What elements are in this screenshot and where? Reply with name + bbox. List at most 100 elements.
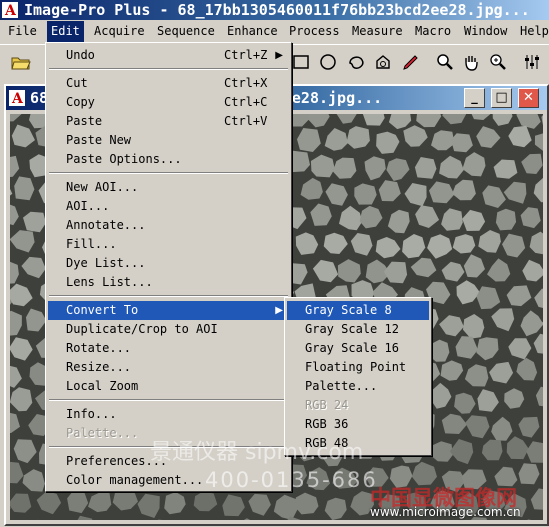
edit-menu-item-rotate[interactable]: Rotate... [48, 339, 289, 358]
edit-menu-item-convert-to[interactable]: Convert To ▶ [48, 301, 289, 320]
edit-menu-item-annotate[interactable]: Annotate... [48, 216, 289, 235]
menu-edit[interactable]: Edit [47, 21, 84, 42]
convert-menu-item-gray-scale-12[interactable]: Gray Scale 12 [287, 320, 429, 339]
menu-separator [49, 295, 288, 297]
submenu-arrow-icon: ▶ [275, 305, 283, 316]
menu-item-label: Duplicate/Crop to AOI [66, 322, 218, 336]
edit-menu-item-palette[interactable]: Palette... [48, 424, 289, 443]
maximize-button[interactable]: □ [491, 88, 512, 108]
menu-item-label: Preferences... [66, 454, 168, 468]
open-folder-icon[interactable] [10, 51, 32, 73]
edit-menu-item-lens-list[interactable]: Lens List... [48, 273, 289, 292]
edit-menu-item-resize[interactable]: Resize... [48, 358, 289, 377]
pan-hand-icon[interactable] [460, 51, 482, 73]
menu-item-label: RGB 48 [305, 436, 349, 450]
menu-item-shortcut: Ctrl+X [224, 76, 268, 90]
menu-item-label: Local Zoom [66, 379, 139, 393]
convert-menu-item-gray-scale-8[interactable]: Gray Scale 8 [287, 301, 429, 320]
menu-item-label: Gray Scale 16 [305, 341, 399, 355]
menu-item-label: RGB 24 [305, 398, 349, 412]
menu-help[interactable]: Help [520, 21, 549, 42]
app-title-bar[interactable]: Image-Pro Plus - 68_17bb1305460011f76bb2… [0, 0, 549, 20]
edit-menu: Undo Ctrl+Z ▶ Cut Ctrl+X Copy Ctrl+C Paste Ctrl+… [45, 42, 292, 492]
app-icon[interactable] [2, 1, 18, 20]
edit-menu-item-undo[interactable]: Undo Ctrl+Z ▶ [48, 46, 289, 65]
edit-menu-item-preferences[interactable]: Preferences... [48, 452, 289, 471]
image-window-icon[interactable] [9, 87, 25, 111]
menu-macro[interactable]: Macro [415, 21, 451, 42]
menu-item-label: RGB 36 [305, 417, 349, 431]
menu-item-label: Info... [66, 407, 117, 421]
menu-separator [49, 68, 288, 70]
menu-item-label: Dye List... [66, 256, 146, 270]
menu-item-label: Fill... [66, 237, 117, 251]
convert-menu-item-rgb-48[interactable]: RGB 48 [287, 434, 429, 453]
edit-menu-item-paste-options[interactable]: Paste Options... [48, 150, 289, 169]
menu-item-shortcut: Ctrl+Z [224, 48, 268, 62]
edit-menu-item-copy[interactable]: Copy Ctrl+C [48, 93, 289, 112]
ellipse-aoi-icon[interactable] [317, 51, 339, 73]
menu-item-label: Paste [66, 114, 103, 128]
tool-settings-icon[interactable] [521, 51, 543, 73]
close-button[interactable]: ✕ [518, 88, 539, 108]
irregular-aoi-icon[interactable] [345, 51, 367, 73]
menu-item-label: Resize... [66, 360, 132, 374]
magnify-icon[interactable] [434, 51, 456, 73]
edit-menu-item-cut[interactable]: Cut Ctrl+X [48, 74, 289, 93]
menu-item-label: Palette... [305, 379, 378, 393]
menu-item-shortcut: Ctrl+C [224, 95, 268, 109]
menu-item-label: Paste Options... [66, 152, 182, 166]
menu-process[interactable]: Process [289, 21, 340, 42]
convert-menu-item-gray-scale-16[interactable]: Gray Scale 16 [287, 339, 429, 358]
menu-item-shortcut: Ctrl+V [224, 114, 268, 128]
menu-acquire[interactable]: Acquire [94, 21, 145, 42]
menu-item-label: Undo [66, 48, 95, 62]
menu-separator [49, 446, 288, 448]
menu-item-label: Cut [66, 76, 88, 90]
rectangle-aoi-icon[interactable] [290, 51, 312, 73]
edit-menu-item-aoi[interactable]: AOI... [48, 197, 289, 216]
convert-menu-item-rgb-36[interactable]: RGB 36 [287, 415, 429, 434]
menu-enhance[interactable]: Enhance [227, 21, 278, 42]
convert-to-submenu: Gray Scale 8 Gray Scale 12 Gray Scale 16 Fl… [284, 297, 432, 456]
edit-menu-item-fill[interactable]: Fill... [48, 235, 289, 254]
edit-menu-item-paste-new[interactable]: Paste New [48, 131, 289, 150]
menu-item-label: New AOI... [66, 180, 139, 194]
menu-item-label: Color management... [66, 473, 204, 487]
edit-menu-item-paste[interactable]: Paste Ctrl+V [48, 112, 289, 131]
minimize-button[interactable]: _ [464, 88, 485, 108]
menu-item-label: Annotate... [66, 218, 146, 232]
convert-menu-item-palette[interactable]: Palette... [287, 377, 429, 396]
menu-item-label: Convert To [66, 303, 139, 317]
menu-item-label: Rotate... [66, 341, 132, 355]
menu-measure[interactable]: Measure [352, 21, 403, 42]
magic-wand-aoi-icon[interactable] [372, 51, 394, 73]
edit-menu-item-duplicate-crop-to-aoi[interactable]: Duplicate/Crop to AOI [48, 320, 289, 339]
menu-file[interactable]: File [8, 21, 37, 42]
edit-menu-item-dye-list[interactable]: Dye List... [48, 254, 289, 273]
edit-menu-item-local-zoom[interactable]: Local Zoom [48, 377, 289, 396]
menu-item-label: Floating Point [305, 360, 407, 374]
zoom-icon[interactable] [487, 51, 509, 73]
menu-separator [49, 172, 288, 174]
menu-item-label: Gray Scale 12 [305, 322, 399, 336]
menu-item-label: Palette... [66, 426, 139, 440]
edit-menu-item-info[interactable]: Info... [48, 405, 289, 424]
menu-item-label: Paste New [66, 133, 132, 147]
edit-menu-item-new-aoi[interactable]: New AOI... [48, 178, 289, 197]
menu-item-label: AOI... [66, 199, 110, 213]
menu-bar: File Edit Acquire Sequence Enhance Proce… [0, 21, 549, 42]
app-title: Image-Pro Plus - 68_17bb1305460011f76bb2… [24, 1, 530, 19]
menu-window[interactable]: Window [464, 21, 507, 42]
edit-menu-item-color-management[interactable]: Color management... [48, 471, 289, 490]
menu-item-label: Lens List... [66, 275, 153, 289]
menu-item-label: Gray Scale 8 [305, 303, 392, 317]
image-pro-plus-window: Image-Pro Plus - 68_17bb1305460011f76bb2… [0, 0, 549, 527]
menu-sequence[interactable]: Sequence [157, 21, 215, 42]
menu-separator [49, 399, 288, 401]
menu-item-label: Copy [66, 95, 95, 109]
convert-menu-item-rgb-24[interactable]: RGB 24 [287, 396, 429, 415]
convert-menu-item-floating-point[interactable]: Floating Point [287, 358, 429, 377]
edit-pen-icon[interactable] [400, 51, 422, 73]
submenu-arrow-icon: ▶ [275, 50, 283, 61]
